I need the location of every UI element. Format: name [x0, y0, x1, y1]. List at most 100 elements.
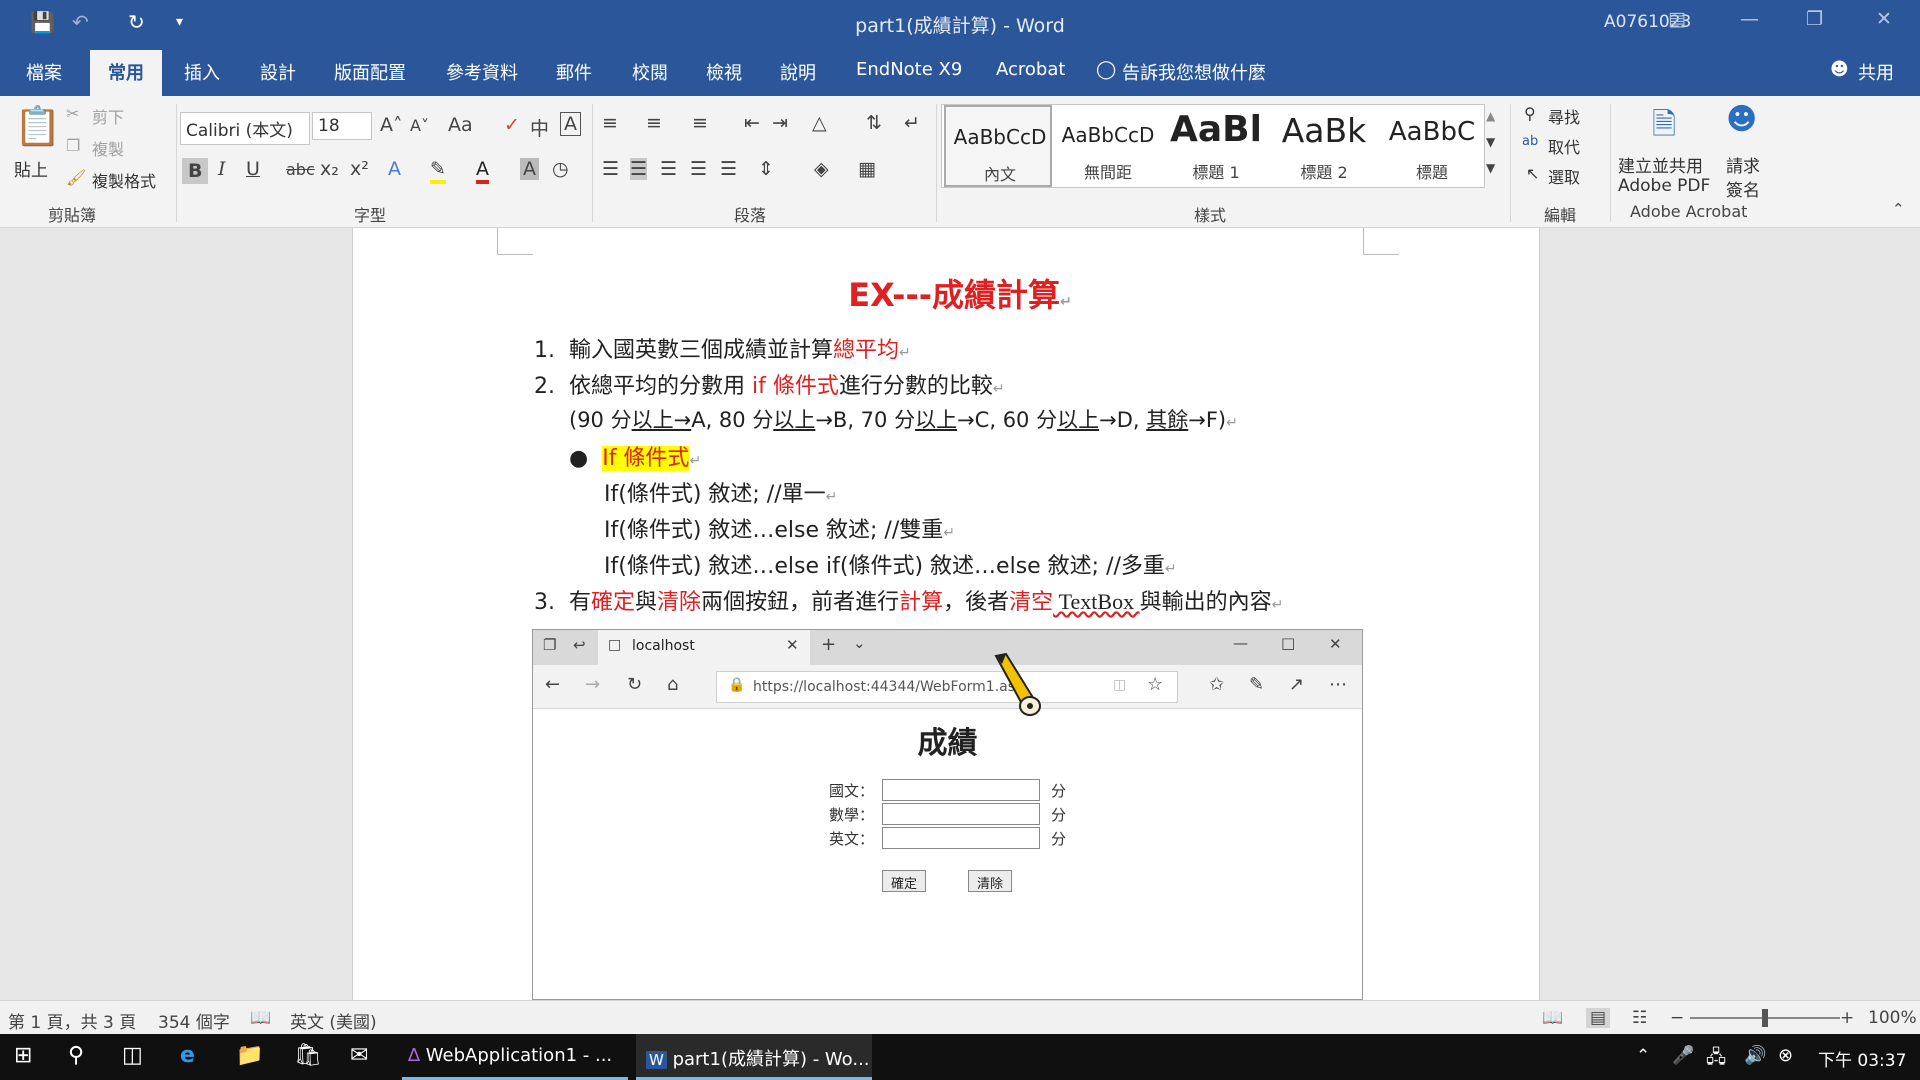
numbering-icon[interactable]: ≡: [646, 112, 662, 134]
styles-scroll-down-icon[interactable]: ▼: [1486, 135, 1495, 149]
create-pdf-icon[interactable]: 🗎: [1652, 102, 1676, 153]
math-score-input[interactable]: [882, 803, 1040, 825]
italic-button[interactable]: I: [218, 158, 226, 180]
tab-file[interactable]: 檔案: [26, 59, 62, 85]
language-indicator[interactable]: 英文 (美國): [290, 1008, 377, 1033]
favorite-star-icon[interactable]: ☆: [1147, 674, 1163, 695]
browser-minimize-icon[interactable]: —: [1233, 634, 1248, 652]
highlight-icon[interactable]: ✎: [430, 158, 446, 184]
char-shading-icon[interactable]: A: [520, 158, 539, 180]
proofing-icon[interactable]: 📖: [250, 1008, 271, 1028]
browser-close-icon[interactable]: ✕: [1329, 635, 1342, 653]
format-painter-button[interactable]: 複製格式: [92, 168, 156, 192]
paste-button[interactable]: 貼上: [14, 156, 48, 181]
mail-icon[interactable]: ✉: [350, 1043, 368, 1068]
request-sign-icon[interactable]: ☻: [1726, 102, 1757, 137]
favorites-icon[interactable]: ✩: [1209, 674, 1224, 695]
tab-layout[interactable]: 版面配置: [334, 59, 406, 85]
multilevel-list-icon[interactable]: ≡: [692, 112, 708, 134]
style-title[interactable]: AaBbC 標題: [1378, 105, 1486, 187]
char-border-icon[interactable]: A: [560, 112, 581, 136]
print-layout-icon[interactable]: ▤: [1586, 1008, 1611, 1028]
styles-scroll-up-icon[interactable]: ▲: [1486, 109, 1495, 123]
microphone-icon[interactable]: 🎤: [1672, 1045, 1694, 1066]
more-icon[interactable]: ⋯: [1329, 674, 1347, 695]
tab-actions-icon[interactable]: ❐: [543, 636, 556, 654]
font-size-select[interactable]: 18: [312, 112, 372, 140]
zoom-in-icon[interactable]: +: [1840, 1008, 1854, 1028]
font-color-icon[interactable]: A: [476, 158, 489, 184]
windows-start-icon[interactable]: ⊞: [14, 1043, 32, 1068]
tab-close-icon[interactable]: ✕: [786, 636, 799, 654]
file-explorer-icon[interactable]: 📁: [236, 1043, 263, 1068]
edge-icon[interactable]: e: [180, 1043, 195, 1068]
distribute-icon[interactable]: ☰: [720, 158, 737, 180]
share-button[interactable]: 共用: [1858, 59, 1894, 85]
paste-icon[interactable]: 📋: [14, 104, 61, 149]
phonetic-icon[interactable]: 中: [530, 114, 549, 141]
url-input[interactable]: https://localhost:44344/WebForm1.asp: [716, 671, 1178, 703]
justify-icon[interactable]: ☰: [690, 158, 707, 180]
bullets-icon[interactable]: ≡: [602, 112, 618, 134]
store-icon[interactable]: 🛍: [294, 1043, 322, 1068]
notification-x-icon[interactable]: ⊗: [1778, 1045, 1793, 1066]
style-heading-2[interactable]: AaBk 標題 2: [1270, 105, 1378, 187]
tab-insert[interactable]: 插入: [184, 59, 220, 85]
style-heading-1[interactable]: AaBl 標題 1: [1162, 105, 1270, 187]
clear-format-icon[interactable]: ✓: [504, 114, 520, 136]
increase-indent-icon[interactable]: ⇥: [772, 112, 788, 134]
browser-tab[interactable]: □ localhost ✕: [598, 630, 810, 665]
browser-maximize-icon[interactable]: □: [1281, 634, 1295, 652]
replace-button[interactable]: 取代: [1548, 134, 1580, 158]
decrease-indent-icon[interactable]: ⇤: [744, 112, 760, 134]
forward-icon[interactable]: →: [585, 674, 600, 695]
style-normal[interactable]: AaBbCcD 內文: [944, 105, 1052, 187]
restore-icon[interactable]: ❐: [1806, 8, 1823, 30]
confirm-button[interactable]: 確定: [882, 870, 926, 892]
strikethrough-button[interactable]: abc: [286, 160, 315, 179]
superscript-icon[interactable]: x²: [350, 158, 369, 180]
tab-review[interactable]: 校閱: [632, 59, 668, 85]
zoom-out-icon[interactable]: −: [1670, 1008, 1684, 1028]
style-no-spacing[interactable]: AaBbCcD 無間距: [1054, 105, 1162, 187]
english-score-input[interactable]: [882, 827, 1040, 849]
taskbar-app-word[interactable]: W part1(成績計算) - Wo...: [636, 1034, 872, 1080]
select-icon[interactable]: ↖: [1526, 164, 1539, 183]
web-layout-icon[interactable]: ☷: [1632, 1008, 1647, 1028]
text-effects-icon[interactable]: A: [388, 158, 401, 180]
browser-screenshot[interactable]: ❐ ↩ □ localhost ✕ + ⌄ — □ ✕ ← → ↻ ⌂ http…: [532, 629, 1363, 1000]
clear-button[interactable]: 清除: [968, 870, 1012, 892]
tab-design[interactable]: 設計: [260, 59, 296, 85]
volume-icon[interactable]: 🔊: [1744, 1045, 1766, 1066]
asian-layout-icon[interactable]: △: [812, 112, 827, 134]
tell-me-search[interactable]: 告訴我您想做什麼: [1122, 59, 1266, 85]
sort-icon[interactable]: ⇅: [866, 112, 882, 134]
tab-endnote[interactable]: EndNote X9: [856, 59, 962, 80]
find-icon[interactable]: ⚲: [1524, 104, 1536, 123]
copy-icon[interactable]: ❐: [66, 136, 80, 155]
share-page-icon[interactable]: ↗: [1289, 674, 1304, 695]
chinese-score-input[interactable]: [882, 779, 1040, 801]
underline-button[interactable]: U: [246, 158, 260, 180]
enclose-char-icon[interactable]: ◷: [552, 158, 569, 180]
copy-button[interactable]: 複製: [92, 136, 124, 160]
request-label[interactable]: 請求: [1726, 152, 1760, 177]
clock[interactable]: 下午 03:37: [1818, 1046, 1906, 1071]
word-count[interactable]: 354 個字: [158, 1008, 230, 1033]
bold-button[interactable]: B: [182, 158, 209, 184]
shrink-font-icon[interactable]: A˅: [410, 116, 429, 135]
cut-icon[interactable]: ✂: [66, 104, 79, 123]
zoom-slider[interactable]: [1690, 1009, 1840, 1027]
close-icon[interactable]: ✕: [1876, 8, 1892, 30]
tab-help[interactable]: 說明: [780, 59, 816, 85]
minimize-icon[interactable]: —: [1740, 8, 1759, 30]
borders-icon[interactable]: ▦: [858, 158, 876, 180]
line-spacing-icon[interactable]: ⇕: [758, 158, 774, 180]
font-name-select[interactable]: Calibri (本文): [180, 112, 310, 145]
refresh-icon[interactable]: ↻: [627, 674, 642, 695]
notes-icon[interactable]: ✎: [1249, 674, 1264, 695]
tab-references[interactable]: 參考資料: [446, 59, 518, 85]
align-right-icon[interactable]: ☰: [660, 158, 677, 180]
tab-home[interactable]: 常用: [90, 50, 162, 96]
ribbon-display-icon[interactable]: ▤: [1668, 8, 1686, 30]
